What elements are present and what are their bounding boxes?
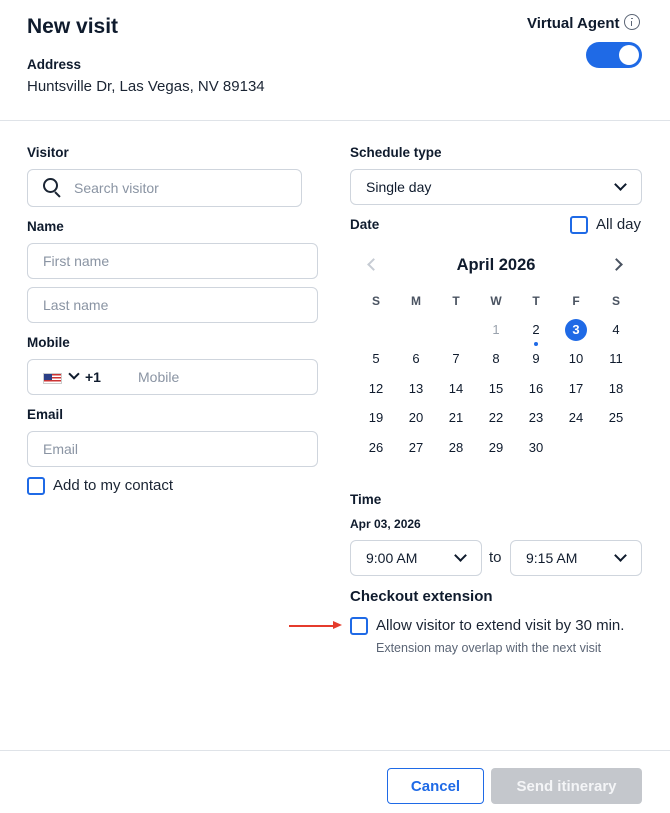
calendar-day[interactable]: 4 xyxy=(596,319,636,341)
schedule-type-value: Single day xyxy=(366,179,432,195)
calendar-day[interactable]: 17 xyxy=(556,378,596,400)
address-value: Huntsville Dr, Las Vegas, NV 89134 xyxy=(27,78,265,95)
first-name-input[interactable]: First name xyxy=(27,243,318,279)
calendar-day[interactable]: 12 xyxy=(356,378,396,400)
calendar-weekday: S xyxy=(371,293,380,308)
email-label: Email xyxy=(27,407,64,422)
calendar-day[interactable]: 25 xyxy=(596,407,636,429)
add-contact-checkbox[interactable] xyxy=(27,477,45,495)
calendar-grid: S M T W T F S 1 2 3 4 5 6 7 8 9 10 11 12 13 14 15 16 17 18 19 20 21… xyxy=(356,286,636,462)
chevron-down-icon xyxy=(614,178,627,191)
calendar-day[interactable]: 27 xyxy=(396,437,436,459)
calendar-day[interactable]: 21 xyxy=(436,407,476,429)
chevron-down-icon xyxy=(454,549,467,562)
calendar-weekday: F xyxy=(572,293,580,308)
last-name-placeholder: Last name xyxy=(43,297,109,313)
calendar-day[interactable]: 9 xyxy=(516,348,556,370)
search-icon xyxy=(43,178,63,198)
calendar-day[interactable]: 24 xyxy=(556,407,596,429)
calendar-month-title: April 2026 xyxy=(456,256,536,274)
calendar-day[interactable]: 6 xyxy=(396,348,436,370)
chevron-down-icon xyxy=(614,549,627,562)
us-flag-icon xyxy=(43,373,62,384)
calendar-weekday-row: SMTWTFS xyxy=(356,286,636,315)
extension-note: Extension may overlap with the next visi… xyxy=(376,641,602,655)
calendar-day[interactable]: 14 xyxy=(436,378,476,400)
calendar-week-row: 5 6 7 8 9 10 11 xyxy=(356,345,636,374)
toggle-knob xyxy=(619,45,639,65)
schedule-type-select[interactable]: Single day xyxy=(350,169,642,205)
chevron-down-icon xyxy=(68,368,80,380)
name-label: Name xyxy=(27,219,64,234)
calendar-weekday: M xyxy=(411,293,421,308)
last-name-input[interactable]: Last name xyxy=(27,287,318,323)
calendar-day[interactable]: 2 xyxy=(516,319,556,347)
extend-visit-label: Allow visitor to extend visit by 30 min. xyxy=(376,617,625,634)
page-title: New visit xyxy=(27,15,119,38)
first-name-placeholder: First name xyxy=(43,253,110,269)
calendar-day[interactable]: 3 xyxy=(556,319,596,342)
calendar-day[interactable]: 18 xyxy=(596,378,636,400)
calendar-day[interactable]: 15 xyxy=(476,378,516,400)
calendar-day[interactable]: 30 xyxy=(516,437,556,459)
all-day-checkbox[interactable] xyxy=(570,216,588,234)
checkout-extension-label: Checkout extension xyxy=(350,588,493,605)
time-label: Time xyxy=(350,492,382,507)
search-visitor-input[interactable]: Search visitor xyxy=(27,169,302,207)
time-date: Apr 03, 2026 xyxy=(350,517,421,531)
calendar-day[interactable]: 22 xyxy=(476,407,516,429)
calendar-day[interactable]: 8 xyxy=(476,348,516,370)
calendar-weekday: T xyxy=(532,293,540,308)
start-time-select[interactable]: 9:00 AM xyxy=(350,540,482,576)
calendar-day[interactable]: 26 xyxy=(356,437,396,459)
all-day-label: All day xyxy=(596,216,642,233)
calendar-day[interactable]: 16 xyxy=(516,378,556,400)
annotation-arrow-line xyxy=(289,625,337,627)
to-label: to xyxy=(489,549,502,566)
calendar-day[interactable]: 28 xyxy=(436,437,476,459)
email-placeholder: Email xyxy=(43,441,79,457)
calendar-day[interactable]: 10 xyxy=(556,348,596,370)
calendar-weekday: W xyxy=(490,293,502,308)
virtual-agent-label: Virtual Agent xyxy=(527,15,620,32)
calendar-day[interactable]: 23 xyxy=(516,407,556,429)
calendar-day[interactable]: 11 xyxy=(596,348,636,370)
calendar-week-row: 19 20 21 22 23 24 25 xyxy=(356,404,636,433)
calendar-day: 1 xyxy=(492,322,500,338)
extend-visit-checkbox[interactable] xyxy=(350,617,368,635)
date-label: Date xyxy=(350,217,380,232)
end-time-select[interactable]: 9:15 AM xyxy=(510,540,642,576)
email-input[interactable]: Email xyxy=(27,431,318,467)
calendar-week-row: 26 27 28 29 30 xyxy=(356,433,636,462)
calendar-week-row: 1234 xyxy=(356,315,636,347)
calendar-day[interactable]: 19 xyxy=(356,407,396,429)
country-code: +1 xyxy=(85,369,101,385)
calendar-week-row: 12 13 14 15 16 17 18 xyxy=(356,374,636,403)
footer-divider xyxy=(0,750,670,751)
mobile-label: Mobile xyxy=(27,335,70,350)
send-itinerary-button[interactable]: Send itinerary xyxy=(491,768,642,804)
address-label: Address xyxy=(27,57,82,72)
annotation-arrow-head xyxy=(333,621,342,629)
calendar-day[interactable]: 13 xyxy=(396,378,436,400)
virtual-agent-toggle[interactable] xyxy=(586,42,642,68)
cancel-button[interactable]: Cancel xyxy=(387,768,484,804)
schedule-type-label: Schedule type xyxy=(350,145,442,160)
end-time-value: 9:15 AM xyxy=(526,550,578,566)
calendar-day[interactable]: 29 xyxy=(476,437,516,459)
calendar-weekday: T xyxy=(452,293,460,308)
calendar-day[interactable]: 5 xyxy=(356,348,396,370)
add-contact-label: Add to my contact xyxy=(53,477,174,494)
start-time-value: 9:00 AM xyxy=(366,550,418,566)
calendar-day[interactable]: 7 xyxy=(436,348,476,370)
visitor-label: Visitor xyxy=(27,145,69,160)
header-divider xyxy=(0,120,670,121)
calendar-weekday: S xyxy=(611,293,620,308)
mobile-input[interactable]: Mobile xyxy=(138,369,313,385)
info-icon[interactable] xyxy=(624,14,640,30)
mobile-field: +1 Mobile xyxy=(27,359,318,395)
calendar-day[interactable]: 20 xyxy=(396,407,436,429)
